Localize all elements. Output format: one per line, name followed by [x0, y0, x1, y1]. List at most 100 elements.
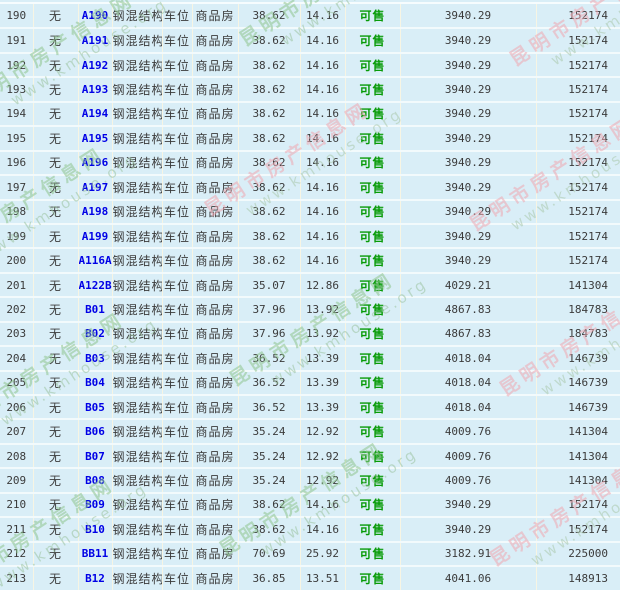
unit-link[interactable]: B06	[78, 419, 112, 443]
table-row: 203 无 B02 钢混结构 车位 商品房 37.96 13.92 可售 486…	[0, 322, 620, 346]
total-price-cell: 152174	[536, 28, 620, 52]
inner-area-cell: 13.39	[300, 395, 345, 419]
use-cell: 车位	[162, 53, 192, 77]
unit-link[interactable]: A193	[78, 77, 112, 101]
use-cell: 车位	[162, 395, 192, 419]
area-cell: 38.62	[238, 248, 300, 272]
total-price-cell: 225000	[536, 542, 620, 566]
unit-price-cell: 4029.21	[400, 273, 536, 297]
mortgage-cell: 无	[33, 566, 78, 590]
type-cell: 商品房	[192, 4, 238, 28]
listing-page: 190 无 A190 钢混结构 车位 商品房 38.62 14.16 可售 39…	[0, 0, 620, 590]
inner-area-cell: 14.16	[300, 28, 345, 52]
type-cell: 商品房	[192, 53, 238, 77]
type-cell: 商品房	[192, 224, 238, 248]
unit-link[interactable]: B01	[78, 297, 112, 321]
unit-link[interactable]: A198	[78, 200, 112, 224]
seq-cell: 202	[0, 297, 33, 321]
mortgage-cell: 无	[33, 175, 78, 199]
structure-cell: 钢混结构	[112, 346, 162, 370]
area-cell: 38.62	[238, 126, 300, 150]
unit-link[interactable]: B08	[78, 468, 112, 492]
unit-link[interactable]: BB11	[78, 542, 112, 566]
unit-price-cell: 3940.29	[400, 126, 536, 150]
type-cell: 商品房	[192, 102, 238, 126]
seq-cell: 212	[0, 542, 33, 566]
structure-cell: 钢混结构	[112, 175, 162, 199]
seq-cell: 207	[0, 419, 33, 443]
status-badge: 可售	[345, 444, 400, 468]
table-row: 197 无 A197 钢混结构 车位 商品房 38.62 14.16 可售 39…	[0, 175, 620, 199]
unit-link[interactable]: A191	[78, 28, 112, 52]
status-badge: 可售	[345, 346, 400, 370]
table-row: 201 无 A122B 钢混结构 车位 商品房 35.07 12.86 可售 4…	[0, 273, 620, 297]
mortgage-cell: 无	[33, 224, 78, 248]
unit-link[interactable]: B07	[78, 444, 112, 468]
type-cell: 商品房	[192, 468, 238, 492]
seq-cell: 194	[0, 102, 33, 126]
mortgage-cell: 无	[33, 444, 78, 468]
area-cell: 70.69	[238, 542, 300, 566]
unit-link[interactable]: B05	[78, 395, 112, 419]
unit-link[interactable]: B03	[78, 346, 112, 370]
seq-cell: 190	[0, 4, 33, 28]
unit-link[interactable]: B02	[78, 322, 112, 346]
total-price-cell: 141304	[536, 468, 620, 492]
status-badge: 可售	[345, 28, 400, 52]
inner-area-cell: 25.92	[300, 542, 345, 566]
area-cell: 35.07	[238, 273, 300, 297]
unit-link[interactable]: A190	[78, 4, 112, 28]
unit-link[interactable]: A122B	[78, 273, 112, 297]
unit-link[interactable]: B04	[78, 371, 112, 395]
seq-cell: 213	[0, 566, 33, 590]
unit-link[interactable]: B09	[78, 493, 112, 517]
unit-price-cell: 3940.29	[400, 53, 536, 77]
unit-price-cell: 3940.29	[400, 102, 536, 126]
unit-link[interactable]: A116A	[78, 248, 112, 272]
seq-cell: 199	[0, 224, 33, 248]
unit-link[interactable]: B12	[78, 566, 112, 590]
unit-link[interactable]: B10	[78, 517, 112, 541]
unit-link[interactable]: A199	[78, 224, 112, 248]
unit-price-cell: 4018.04	[400, 395, 536, 419]
use-cell: 车位	[162, 224, 192, 248]
status-badge: 可售	[345, 493, 400, 517]
use-cell: 车位	[162, 542, 192, 566]
status-badge: 可售	[345, 224, 400, 248]
listing-table: 190 无 A190 钢混结构 车位 商品房 38.62 14.16 可售 39…	[0, 4, 620, 590]
unit-price-cell: 3940.29	[400, 517, 536, 541]
unit-link[interactable]: A195	[78, 126, 112, 150]
unit-link[interactable]: A194	[78, 102, 112, 126]
use-cell: 车位	[162, 297, 192, 321]
table-row: 206 无 B05 钢混结构 车位 商品房 36.52 13.39 可售 401…	[0, 395, 620, 419]
unit-price-cell: 4018.04	[400, 346, 536, 370]
table-row: 194 无 A194 钢混结构 车位 商品房 38.62 14.16 可售 39…	[0, 102, 620, 126]
use-cell: 车位	[162, 346, 192, 370]
type-cell: 商品房	[192, 371, 238, 395]
area-cell: 35.24	[238, 444, 300, 468]
structure-cell: 钢混结构	[112, 517, 162, 541]
inner-area-cell: 14.16	[300, 224, 345, 248]
status-badge: 可售	[345, 53, 400, 77]
seq-cell: 195	[0, 126, 33, 150]
type-cell: 商品房	[192, 200, 238, 224]
inner-area-cell: 12.92	[300, 419, 345, 443]
type-cell: 商品房	[192, 175, 238, 199]
unit-link[interactable]: A196	[78, 151, 112, 175]
type-cell: 商品房	[192, 151, 238, 175]
unit-price-cell: 4018.04	[400, 371, 536, 395]
structure-cell: 钢混结构	[112, 102, 162, 126]
total-price-cell: 148913	[536, 566, 620, 590]
use-cell: 车位	[162, 444, 192, 468]
structure-cell: 钢混结构	[112, 542, 162, 566]
structure-cell: 钢混结构	[112, 419, 162, 443]
unit-link[interactable]: A192	[78, 53, 112, 77]
unit-link[interactable]: A197	[78, 175, 112, 199]
table-row: 202 无 B01 钢混结构 车位 商品房 37.96 13.92 可售 486…	[0, 297, 620, 321]
structure-cell: 钢混结构	[112, 126, 162, 150]
inner-area-cell: 14.16	[300, 126, 345, 150]
inner-area-cell: 14.16	[300, 175, 345, 199]
area-cell: 38.62	[238, 175, 300, 199]
structure-cell: 钢混结构	[112, 468, 162, 492]
area-cell: 38.62	[238, 102, 300, 126]
